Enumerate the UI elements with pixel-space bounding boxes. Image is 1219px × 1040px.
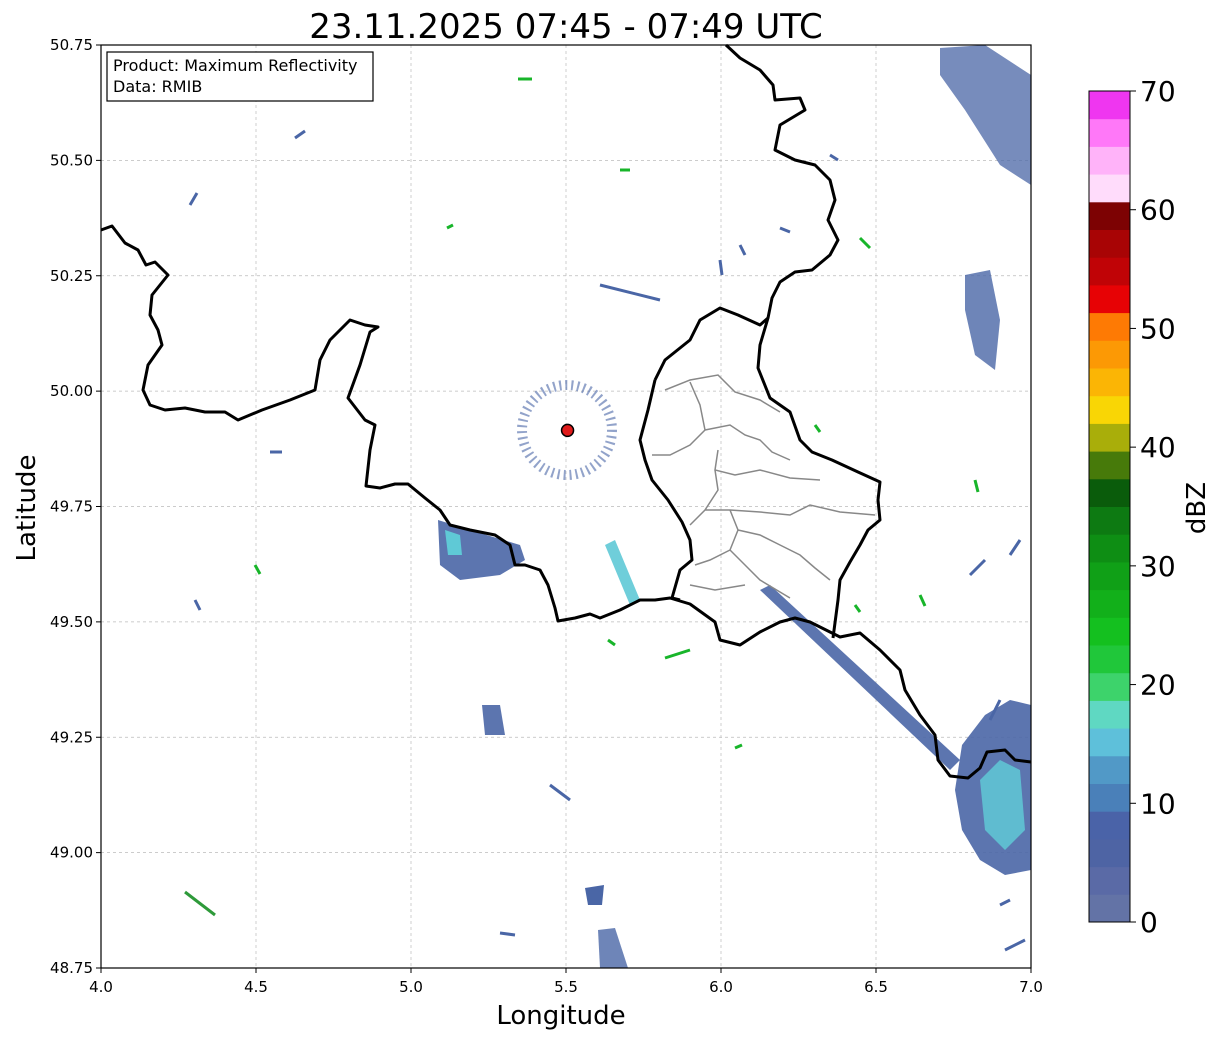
radar-site-marker	[560, 423, 575, 438]
x-tick-label: 4.5	[244, 978, 268, 996]
y-tick-label: 49.75	[50, 498, 93, 516]
colorbar-segment	[1089, 700, 1130, 729]
colorbar-segment	[1089, 174, 1130, 203]
colorbar-segment	[1089, 728, 1130, 757]
x-axis-label: Longitude	[496, 1001, 625, 1031]
colorbar-segment	[1089, 395, 1130, 424]
info-product: Product: Maximum Reflectivity	[113, 56, 357, 75]
y-tick-label: 50.50	[50, 151, 93, 169]
colorbar-segment	[1089, 672, 1130, 701]
y-tick-label: 48.75	[50, 959, 93, 977]
y-axis-label: Latitude	[12, 454, 42, 561]
colorbar-segment	[1089, 229, 1130, 258]
colorbar-segment	[1089, 451, 1130, 480]
colorbar-segment	[1089, 506, 1130, 535]
y-axis: 48.75 49.00 49.25 49.50 49.75 50.00 50.25 50.50…	[50, 36, 101, 977]
colorbar-tick-label: 10	[1140, 787, 1176, 820]
y-tick-label: 49.00	[50, 844, 93, 862]
colorbar-segment	[1089, 91, 1130, 120]
x-axis: 4.0 4.5 5.0 5.5 6.0 6.5 7.0	[89, 968, 1043, 996]
colorbar-segment	[1089, 783, 1130, 812]
colorbar-tick-label: 30	[1140, 550, 1176, 583]
colorbar-segment	[1089, 146, 1130, 175]
x-tick-label: 5.0	[399, 978, 423, 996]
colorbar-segment	[1089, 284, 1130, 314]
colorbar: 0 10 20 30 40 50 60 70	[1088, 75, 1176, 939]
x-tick-label: 7.0	[1019, 978, 1043, 996]
colorbar-segment	[1089, 561, 1130, 591]
colorbar-segment	[1089, 755, 1130, 784]
colorbar-segment	[1089, 340, 1130, 369]
colorbar-segment	[1089, 811, 1130, 840]
colorbar-segment	[1089, 866, 1130, 895]
colorbar-tick-label: 40	[1140, 431, 1176, 464]
map-axes: Product: Maximum Reflectivity Data: RMIB	[100, 43, 1032, 969]
colorbar-tick-label: 50	[1140, 312, 1176, 345]
colorbar-tick-label: 0	[1140, 906, 1158, 939]
colorbar-segment	[1089, 589, 1130, 618]
colorbar-tick-label: 20	[1140, 669, 1176, 702]
colorbar-label: dBZ	[1182, 482, 1212, 534]
x-tick-label: 6.0	[709, 978, 733, 996]
colorbar-tick-label: 70	[1140, 75, 1176, 108]
colorbar-segment	[1089, 312, 1130, 341]
y-tick-label: 50.75	[50, 36, 93, 54]
colorbar-segment	[1089, 118, 1130, 147]
x-tick-label: 5.5	[554, 978, 578, 996]
colorbar-segment	[1089, 257, 1130, 286]
colorbar-tick-label: 60	[1140, 194, 1176, 227]
echo-cluster-bottom	[585, 885, 604, 905]
colorbar-segment	[1089, 201, 1130, 230]
y-tick-label: 49.50	[50, 613, 93, 631]
colorbar-segment	[1089, 645, 1130, 674]
x-tick-label: 6.5	[864, 978, 888, 996]
colorbar-segment	[1089, 838, 1130, 868]
x-tick-label: 4.0	[89, 978, 113, 996]
y-tick-label: 49.25	[50, 728, 93, 746]
info-box: Product: Maximum Reflectivity Data: RMIB	[106, 51, 374, 102]
colorbar-segment	[1089, 894, 1130, 923]
colorbar-segment	[1089, 617, 1130, 646]
info-data-source: Data: RMIB	[113, 77, 202, 96]
y-tick-label: 50.25	[50, 267, 93, 285]
colorbar-segment	[1089, 534, 1130, 563]
chart-title: 23.11.2025 07:45 - 07:49 UTC	[309, 7, 823, 47]
colorbar-segment	[1089, 368, 1130, 397]
y-tick-label: 50.00	[50, 382, 93, 400]
colorbar-segment	[1089, 478, 1130, 507]
colorbar-segment	[1089, 423, 1130, 452]
